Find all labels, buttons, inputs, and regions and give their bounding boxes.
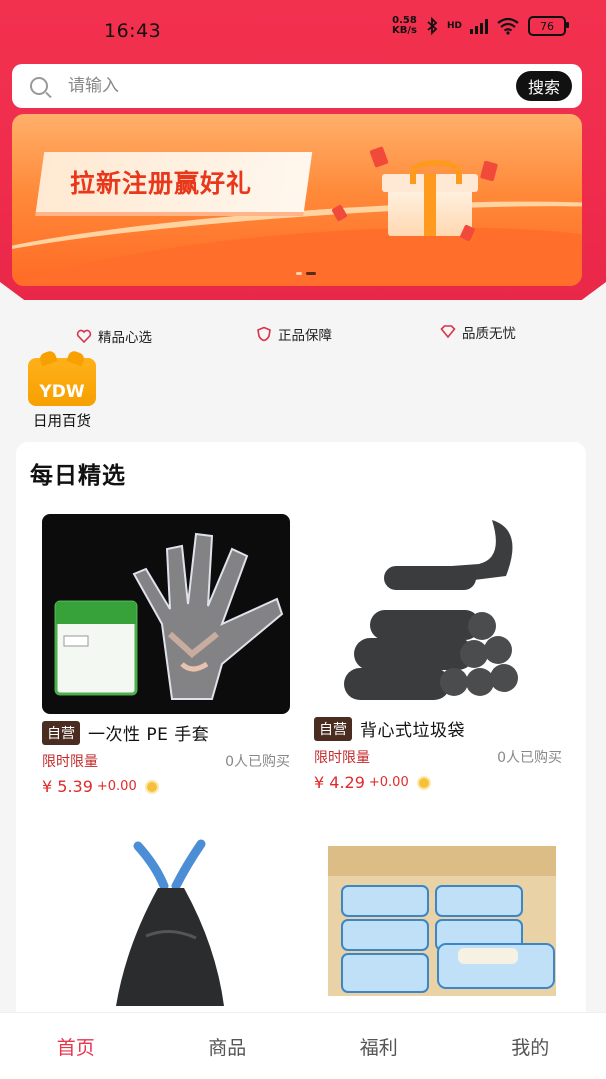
battery-icon: 76 (528, 16, 569, 36)
bluetooth-icon (427, 17, 438, 35)
sold-count: 0人已购买 (225, 754, 290, 770)
speed-unit: KB/s (392, 25, 417, 36)
search-icon (30, 77, 48, 95)
self-operated-tag: 自营 (314, 716, 352, 741)
product-name: 背心式垃圾袋 (360, 721, 465, 741)
battery-level: 76 (540, 19, 554, 33)
tab-home[interactable]: 首页 (26, 1033, 126, 1060)
limited-label: 限时限量 (314, 750, 370, 766)
pagination-dot-active (306, 272, 316, 275)
product-card[interactable]: 自营 一次性 PE 手套 限时限量 0人已购买 ¥ 5.39 +0.00 (42, 514, 292, 796)
badge-label: 品质无忧 (462, 326, 516, 342)
badge-worry-free: 品质无忧 (440, 322, 516, 342)
heart-icon (76, 329, 92, 344)
sold-count: 0人已购买 (497, 750, 562, 766)
banner-title: 拉新注册赢好礼 (70, 169, 253, 198)
status-bar: 16:43 0.58 KB/s HD 76 (0, 0, 606, 56)
product-image-drawstring-bag[interactable] (46, 826, 294, 1012)
diamond-icon (440, 325, 456, 339)
coin-icon (144, 779, 159, 794)
service-badges: 精品心选 正品保障 品质无忧 (0, 318, 606, 348)
search-input[interactable] (66, 75, 516, 97)
banner-pagination (296, 272, 316, 275)
status-time: 16:43 (104, 20, 162, 42)
ydw-logo-icon: YDW (28, 358, 96, 406)
search-bar: 搜索 (12, 64, 582, 108)
badge-genuine: 正品保障 (256, 324, 332, 344)
product-image-baby-wipes[interactable] (318, 822, 566, 1012)
product-card[interactable]: 自营 背心式垃圾袋 限时限量 0人已购买 ¥ 4.29 +0.00 (314, 510, 564, 792)
network-speed: 0.58 KB/s (392, 16, 417, 36)
hd-label: HD (446, 21, 462, 31)
product-price: ¥ 4.29 (314, 773, 365, 792)
badge-label: 正品保障 (278, 328, 332, 344)
limited-label: 限时限量 (42, 754, 98, 770)
product-card[interactable] (46, 826, 296, 1012)
points-extra: +0.00 (368, 775, 409, 790)
tab-benefits[interactable]: 福利 (329, 1033, 429, 1060)
category-label: 日用百货 (33, 414, 91, 430)
coin-icon (416, 775, 431, 790)
bottom-tab-bar: 首页 商品 福利 我的 (0, 1012, 606, 1079)
pagination-dot (296, 272, 302, 275)
red-envelope-icon (479, 160, 499, 182)
search-button[interactable]: 搜索 (516, 71, 572, 101)
points-extra: +0.00 (96, 779, 137, 794)
gift-box-icon (382, 160, 478, 236)
product-image-trash-bags[interactable] (314, 510, 562, 710)
promo-banner[interactable]: 拉新注册赢好礼 (12, 114, 582, 286)
product-card[interactable] (318, 822, 568, 1012)
daily-picks-section: 每日精选 自营 一次性 PE 手套 限时限量 0人已购买 ¥ 5.39 +0.0… (16, 442, 586, 1042)
badge-label: 精品心选 (98, 330, 152, 346)
baby-wipes-image (328, 846, 556, 996)
signal-icon (470, 18, 488, 34)
category-daily-goods[interactable]: YDW 日用百货 (24, 358, 100, 431)
badge-quality-pick: 精品心选 (76, 326, 152, 346)
trash-bags-image (344, 520, 518, 700)
tab-mine[interactable]: 我的 (480, 1033, 580, 1060)
status-icons: 0.58 KB/s HD 76 (392, 16, 569, 36)
product-image-gloves[interactable] (42, 514, 290, 714)
product-name: 一次性 PE 手套 (88, 725, 210, 745)
shield-icon (257, 326, 271, 342)
red-envelope-icon (369, 146, 389, 168)
tab-products[interactable]: 商品 (177, 1033, 277, 1060)
wifi-icon (497, 17, 519, 35)
self-operated-tag: 自营 (42, 720, 80, 745)
product-price: ¥ 5.39 (42, 777, 93, 796)
section-title: 每日精选 (30, 463, 126, 489)
drawstring-bag-image (116, 839, 224, 1006)
gloves-image (54, 532, 284, 700)
